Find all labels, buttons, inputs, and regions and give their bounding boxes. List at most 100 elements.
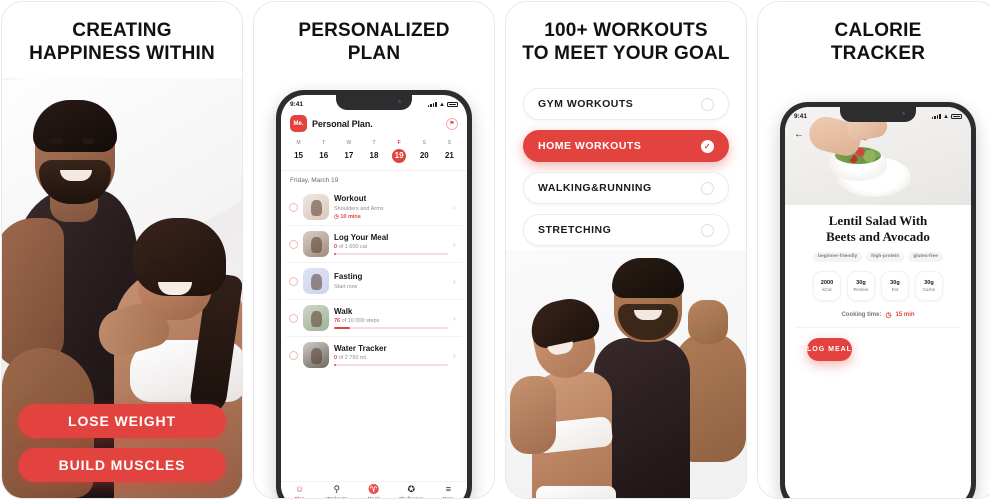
log-meal-button[interactable]: LOG MEAL: [807, 337, 852, 361]
man-eye-left: [50, 138, 63, 144]
chevron-right-icon[interactable]: ›: [453, 203, 459, 212]
calendar-day-19[interactable]: F 19: [387, 140, 412, 163]
task-subtitle: Shoulders and Arms: [334, 205, 384, 212]
woman-eye-right: [180, 260, 192, 265]
calendar-date: 15: [294, 151, 304, 160]
flag-icon[interactable]: ⚑: [446, 117, 458, 130]
calendar-day-15[interactable]: M 15: [286, 140, 311, 163]
chevron-right-icon[interactable]: ›: [453, 351, 459, 360]
macro-value: 30g: [924, 279, 934, 286]
tab-plan[interactable]: ☺ Plan: [281, 484, 318, 498]
build-muscles-button[interactable]: BUILD MUSCLES: [18, 448, 226, 482]
signal-icon: [427, 101, 438, 108]
task-thumbnail: [303, 342, 329, 368]
app-logo-badge: Me.: [290, 115, 307, 132]
tab-more[interactable]: ≡ More: [430, 484, 467, 498]
lose-weight-button[interactable]: LOSE WEIGHT: [18, 404, 226, 438]
tab-label: Workouts: [326, 496, 348, 499]
panel-title: CALORIE TRACKER: [758, 2, 990, 65]
workout-option-stretching[interactable]: STRETCHING: [523, 214, 729, 246]
panel-title-line1: CALORIE: [834, 20, 922, 41]
task-checkbox[interactable]: [289, 313, 298, 323]
calendar-dow: S: [447, 140, 452, 146]
calendar-day-17[interactable]: W 17: [336, 140, 361, 163]
task-checkbox[interactable]: [289, 239, 298, 249]
tab-challenges[interactable]: ✪ Challenges: [393, 484, 430, 498]
cooking-time-row: Cooking time: ◷ 15 min: [796, 311, 960, 328]
task-checkbox[interactable]: [289, 202, 298, 212]
tab-workouts[interactable]: ⚲ Workouts: [318, 484, 355, 499]
macro-label: Protein: [853, 286, 869, 292]
recipe-tag: high-protein: [866, 251, 905, 262]
calendar-dow: M: [296, 140, 301, 146]
camera-dot: [398, 100, 401, 103]
phone-mockup: 9:41 ▲ Me. Personal Plan. ⚑ M 15 T 16 W 17 T 18…: [276, 90, 472, 499]
more-icon: ≡: [445, 484, 452, 495]
task-name: Water Tracker: [334, 343, 387, 353]
panel-title-line1: CREATING: [72, 20, 172, 41]
task-row[interactable]: Water Tracker 0 of 2 750 ml ›: [286, 337, 462, 373]
calendar-day-20[interactable]: S 20: [412, 140, 437, 163]
hero-photo-flexing-couple: [506, 250, 746, 498]
task-checkbox[interactable]: [289, 276, 298, 286]
battery-icon: [951, 113, 962, 120]
tab-meals[interactable]: ♈ Meals: [355, 484, 392, 498]
calendar-strip: M 15 T 16 W 17 T 18 F 19 S 20 S 21: [281, 138, 467, 170]
battery-icon: [447, 101, 458, 108]
task-duration: ◷ 10 mins: [334, 213, 361, 220]
radio-icon: [701, 181, 714, 195]
workouts-icon: ⚲: [333, 484, 341, 495]
calendar-dow: T: [372, 140, 376, 146]
task-subtitle: 0 of 2 750 ml: [334, 355, 366, 362]
task-row[interactable]: Walk 76 of 10 000 steps ›: [286, 300, 462, 337]
panel-personalized-plan: PERSONALIZED PLAN 9:41 ▲ Me. Personal Pl…: [253, 1, 495, 499]
radio-icon: [701, 223, 714, 237]
phone-screen: 9:41 ▲ ← Lentil Salad With Beets and Avo…: [785, 107, 971, 498]
cta-button-group: LOSE WEIGHT BUILD MUSCLES: [18, 404, 226, 482]
workout-option-home-workouts[interactable]: HOME WORKOUTS ✓: [523, 130, 729, 162]
panel-title: PERSONALIZED PLAN: [254, 2, 494, 65]
option-label: STRETCHING: [538, 224, 612, 236]
task-row[interactable]: Fasting Start now ›: [286, 263, 462, 300]
workout-option-gym-workouts[interactable]: GYM WORKOUTS: [523, 88, 729, 120]
task-body: Fasting Start now: [334, 272, 448, 290]
chevron-right-icon[interactable]: ›: [453, 277, 459, 286]
workout-option-walking-running[interactable]: WALKING&RUNNING: [523, 172, 729, 204]
task-row[interactable]: Log Your Meal 0 of 1 600 cal ›: [286, 226, 462, 263]
calendar-date: 17: [344, 151, 354, 160]
woman-eye-left: [150, 260, 162, 265]
task-body: Walk 76 of 10 000 steps: [334, 307, 448, 330]
recipe-details: Lentil Salad With Beets and Avocado begi…: [785, 205, 971, 361]
chevron-right-icon[interactable]: ›: [453, 314, 459, 323]
option-label: WALKING&RUNNING: [538, 182, 652, 194]
cooking-time-label: Cooking time:: [841, 311, 882, 318]
chevron-right-icon[interactable]: ›: [453, 240, 459, 249]
panel-title-line1: PERSONALIZED: [298, 20, 450, 41]
man2-fist: [688, 300, 728, 344]
macro-kcal: 2000 kCal: [813, 270, 841, 301]
calendar-dow: S: [422, 140, 426, 146]
calendar-day-18[interactable]: T 18: [361, 140, 386, 163]
calendar-dow: T: [322, 140, 326, 146]
task-thumbnail: [303, 194, 329, 220]
task-progress-bar: [334, 327, 448, 330]
calendar-day-21[interactable]: S 21: [437, 140, 462, 163]
task-list: Workout Shoulders and Arms ◷ 10 mins › Log Y…: [281, 189, 467, 373]
panel-title-line1: 100+ WORKOUTS: [544, 20, 708, 41]
task-subtitle: 76 of 10 000 steps: [334, 318, 380, 325]
radio-icon: [701, 97, 714, 111]
task-row[interactable]: Workout Shoulders and Arms ◷ 10 mins ›: [286, 189, 462, 226]
back-arrow-icon[interactable]: ←: [794, 129, 804, 140]
calendar-day-16[interactable]: T 16: [311, 140, 336, 163]
macro-label: Carbs: [922, 286, 936, 292]
recipe-title: Lentil Salad With Beets and Avocado: [796, 213, 960, 245]
man-eye-right: [82, 138, 95, 144]
cooking-time-value: 15 min: [895, 311, 915, 318]
macro-protein: 30g Protein: [847, 270, 875, 301]
panel-title-line2: TO MEET YOUR GOAL: [522, 43, 730, 65]
calendar-date: 20: [419, 151, 429, 160]
calendar-dow: F: [397, 140, 401, 146]
calendar-date: 19: [392, 149, 407, 163]
task-subtitle: Start now: [334, 283, 358, 290]
task-checkbox[interactable]: [289, 350, 298, 360]
